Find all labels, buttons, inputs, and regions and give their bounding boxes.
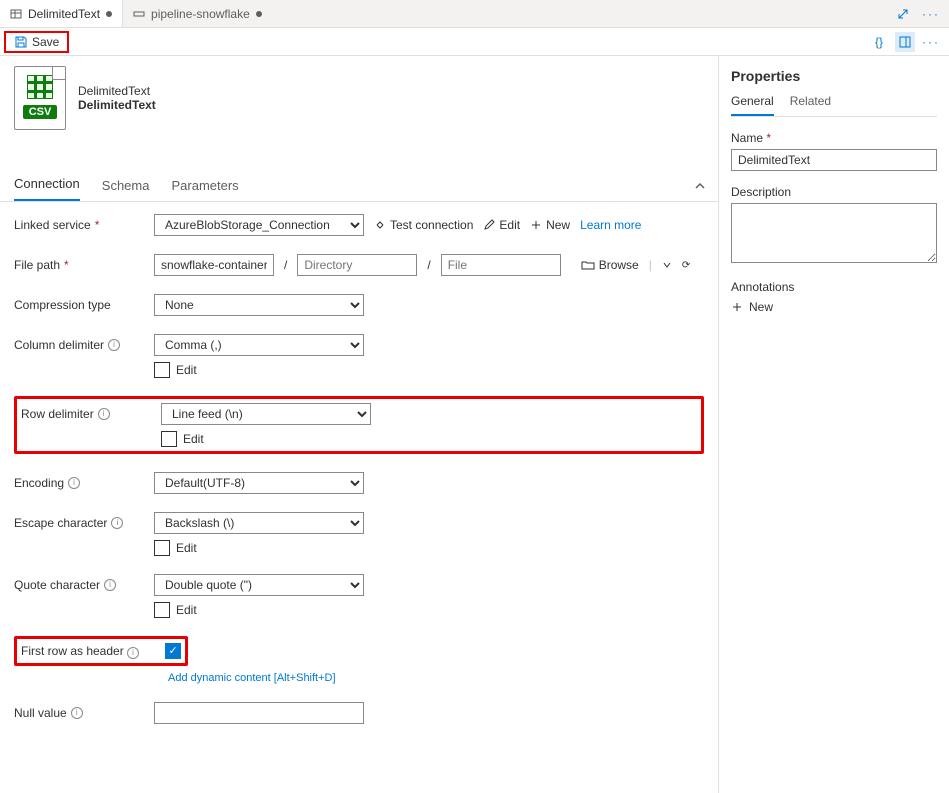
required-asterisk: * (95, 218, 100, 232)
browse-button[interactable]: Browse (581, 258, 639, 272)
escape-char-label: Escape character (14, 516, 107, 530)
plus-icon (731, 301, 743, 313)
properties-tab-related[interactable]: Related (790, 94, 831, 116)
prop-annotations-label: Annotations (731, 280, 937, 294)
info-icon[interactable]: i (104, 579, 116, 591)
add-annotation-button[interactable]: New (731, 300, 937, 314)
column-delimiter-label: Column delimiter (14, 338, 104, 352)
escape-char-edit-checkbox[interactable] (154, 540, 170, 556)
file-path-label: File path (14, 258, 60, 272)
compression-label: Compression type (14, 298, 111, 312)
tab-delimitedtext[interactable]: DelimitedText (0, 0, 123, 27)
filepath-more-action[interactable]: ⟳ (682, 260, 690, 271)
csv-grid-icon (27, 75, 53, 99)
test-connection-icon (374, 219, 386, 231)
save-icon (14, 35, 28, 49)
filepath-directory-input[interactable] (297, 254, 417, 276)
info-icon[interactable]: i (108, 339, 120, 351)
linked-service-select[interactable]: AzureBlobStorage_Connection (154, 214, 364, 236)
edit-linked-service-button[interactable]: Edit (483, 218, 520, 232)
info-icon[interactable]: i (111, 517, 123, 529)
tab-dirty-indicator (106, 11, 112, 17)
dataset-type-label: DelimitedText (78, 84, 156, 98)
dataset-icon (10, 8, 22, 20)
new-linked-service-button[interactable]: New (530, 218, 570, 232)
browse-dropdown-divider: | (649, 258, 652, 272)
encoding-select[interactable]: Default(UTF-8) (154, 472, 364, 494)
filepath-container-input[interactable] (154, 254, 274, 276)
properties-title: Properties (731, 68, 937, 84)
section-tab-parameters[interactable]: Parameters (171, 178, 238, 201)
pipeline-icon (133, 8, 145, 20)
column-delimiter-edit-label: Edit (176, 363, 197, 377)
save-label: Save (32, 35, 59, 49)
column-delimiter-select[interactable]: Comma (,) (154, 334, 364, 356)
csv-badge: CSV (23, 105, 58, 119)
properties-tab-general[interactable]: General (731, 94, 774, 116)
section-tab-schema[interactable]: Schema (102, 178, 150, 201)
path-separator: / (284, 258, 287, 272)
properties-pane: Properties General Related Name * Descri… (719, 56, 949, 793)
row-delimiter-edit-checkbox[interactable] (161, 431, 177, 447)
quote-char-label: Quote character (14, 578, 100, 592)
prop-description-label: Description (731, 185, 937, 199)
expand-icon[interactable] (893, 4, 913, 24)
tab-label: DelimitedText (28, 7, 100, 21)
plus-icon (530, 219, 542, 231)
tab-dirty-indicator (256, 11, 262, 17)
quote-char-edit-checkbox[interactable] (154, 602, 170, 618)
path-separator: / (427, 258, 430, 272)
tab-pipeline-snowflake[interactable]: pipeline-snowflake (123, 0, 272, 27)
dataset-name: DelimitedText (78, 98, 156, 112)
properties-pane-icon[interactable] (895, 32, 915, 52)
row-delimiter-label: Row delimiter (21, 407, 94, 421)
info-icon[interactable]: i (98, 408, 110, 420)
prop-name-label: Name (731, 131, 763, 145)
add-dynamic-content-link[interactable]: Add dynamic content [Alt+Shift+D] (168, 672, 336, 684)
test-connection-button[interactable]: Test connection (374, 218, 473, 232)
row-delimiter-edit-label: Edit (183, 432, 204, 446)
required-asterisk: * (64, 258, 69, 272)
prop-description-input[interactable] (731, 203, 937, 263)
row-delimiter-select[interactable]: Line feed (\n) (161, 403, 371, 425)
quote-char-select[interactable]: Double quote (") (154, 574, 364, 596)
compression-select[interactable]: None (154, 294, 364, 316)
null-value-label: Null value (14, 706, 67, 720)
more-icon[interactable]: ··· (921, 4, 941, 24)
dataset-toolbar: Save {} ··· (0, 28, 949, 56)
pencil-icon (483, 219, 495, 231)
learn-more-link[interactable]: Learn more (580, 218, 641, 232)
folder-icon (581, 259, 595, 271)
more-actions-icon[interactable]: ··· (921, 32, 941, 52)
first-row-header-checkbox[interactable]: ✓ (165, 643, 181, 659)
new-annotation-label: New (749, 300, 773, 314)
info-icon[interactable]: i (71, 707, 83, 719)
section-tabs: Connection Schema Parameters (0, 170, 718, 202)
column-delimiter-edit-checkbox[interactable] (154, 362, 170, 378)
escape-char-edit-label: Edit (176, 541, 197, 555)
dataset-thumbnail: CSV (14, 66, 66, 130)
encoding-label: Encoding (14, 476, 64, 490)
null-value-input[interactable] (154, 702, 364, 724)
filepath-file-input[interactable] (441, 254, 561, 276)
info-icon[interactable]: i (68, 477, 80, 489)
prop-name-input[interactable] (731, 149, 937, 171)
required-asterisk: * (766, 131, 771, 145)
dataset-header: CSV DelimitedText DelimitedText (0, 56, 718, 170)
save-button[interactable]: Save (4, 31, 69, 53)
check-icon: ✓ (168, 646, 177, 657)
first-row-header-label: First row as header (21, 644, 124, 658)
browse-dropdown[interactable] (662, 260, 672, 270)
section-tab-connection[interactable]: Connection (14, 176, 80, 201)
code-view-icon[interactable]: {} (869, 32, 889, 52)
quote-char-edit-label: Edit (176, 603, 197, 617)
escape-char-select[interactable]: Backslash (\) (154, 512, 364, 534)
tab-label: pipeline-snowflake (151, 7, 250, 21)
linked-service-label: Linked service (14, 218, 91, 232)
editor-tabs-bar: DelimitedText pipeline-snowflake ··· (0, 0, 949, 28)
info-icon[interactable]: i (127, 647, 139, 659)
section-collapse-toggle[interactable] (694, 180, 706, 195)
